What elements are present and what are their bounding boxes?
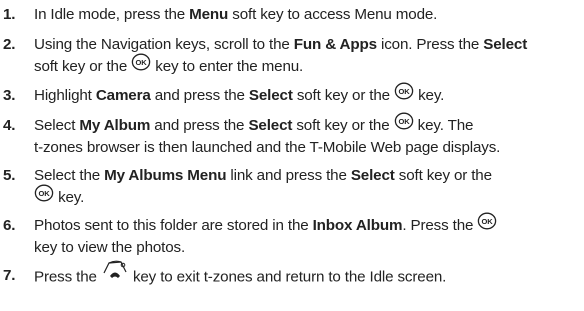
key-term: My Albums Menu [104,167,227,184]
step-number: 5. [3,167,16,184]
key-term: Select [483,36,528,53]
ok-key-icon: OK [477,212,497,237]
step-5: 5. Select the My Albums Menu link and pre… [0,165,584,209]
step-text-line: OK key. [34,184,85,209]
step-text-line: soft key or the OK key to enter the menu… [34,53,304,78]
step-text-line: Select the My Albums Menu link and press… [34,165,492,187]
step-text-line: Highlight Camera and press the Select so… [34,82,445,107]
step-text: and press the [150,87,249,105]
step-3: 3. Highlight Camera and press the Select … [0,82,584,107]
step-text: and press the [150,117,249,135]
step-text: Press the [34,268,101,286]
step-6: 6. Photos sent to this folder are stored … [0,212,584,259]
step-text: key to view the photos. [34,239,186,256]
step-text: key to enter the menu. [151,58,304,76]
step-4: 4. Select My Album and press the Select s… [0,112,584,159]
ok-key-icon: OK [394,82,414,107]
svg-text:OK: OK [398,117,410,126]
step-7: 7. Press the key to exit t-zones and retu… [0,260,584,290]
step-text-line: t-zones browser is then launched and the… [34,137,500,159]
ok-key-icon: OK [394,112,414,137]
step-text: soft key to access Menu mode. [228,6,438,23]
step-number: 1. [3,6,16,23]
step-text: . Press the [402,217,478,235]
end-key-icon [101,259,129,290]
key-term: Camera [95,87,151,105]
key-term: Select [248,87,293,105]
step-2: 2. Using the Navigation keys, scroll to t… [0,34,584,78]
step-text: icon. Press the [376,36,484,53]
step-text-line: Photos sent to this folder are stored in… [34,212,497,237]
step-text: key. The [413,117,474,135]
ok-key-icon: OK [131,53,151,78]
step-text: soft key or the [394,167,492,184]
step-text: key. [414,87,445,105]
step-text: Select [34,117,80,135]
instruction-steps: 1. In Idle mode, press the Menu soft key … [0,0,584,311]
svg-text:OK: OK [136,58,148,67]
step-number: 3. [3,87,16,104]
step-1: 1. In Idle mode, press the Menu soft key … [0,4,584,26]
svg-text:OK: OK [482,217,494,226]
step-text-line: In Idle mode, press the Menu soft key to… [34,4,437,26]
ok-key-icon: OK [34,184,54,209]
step-text: soft key or the [34,58,132,76]
step-text: soft key or the [292,87,395,105]
key-term: Inbox Album [312,217,403,235]
key-term: Select [350,167,395,184]
step-text: t-zones browser is then launched and the… [34,139,501,156]
step-number: 2. [3,36,16,53]
step-number: 7. [3,267,16,284]
step-text: Using the Navigation keys, scroll to the [34,36,294,53]
step-text-line: Using the Navigation keys, scroll to the… [34,34,527,56]
step-text: soft key or the [292,117,394,135]
step-text-line: Press the key to exit t-zones and return… [34,260,447,290]
svg-text:OK: OK [39,189,51,198]
key-term: My Album [79,117,151,135]
step-number: 4. [3,117,16,134]
svg-text:OK: OK [399,87,411,96]
step-text: Photos sent to this folder are stored in… [34,217,313,235]
key-term: Menu [189,6,229,23]
step-text-line: key to view the photos. [34,237,185,259]
step-text: Highlight [34,87,96,105]
key-term: Select [248,117,293,135]
step-text: Select the [34,167,105,184]
step-text: link and press the [226,167,351,184]
key-term: Fun & Apps [293,36,377,53]
step-text: key. [54,189,85,207]
step-text: key to exit t-zones and return to the Id… [128,268,447,286]
step-number: 6. [3,217,16,234]
step-text-line: Select My Album and press the Select sof… [34,112,474,137]
step-text: In Idle mode, press the [34,6,190,23]
